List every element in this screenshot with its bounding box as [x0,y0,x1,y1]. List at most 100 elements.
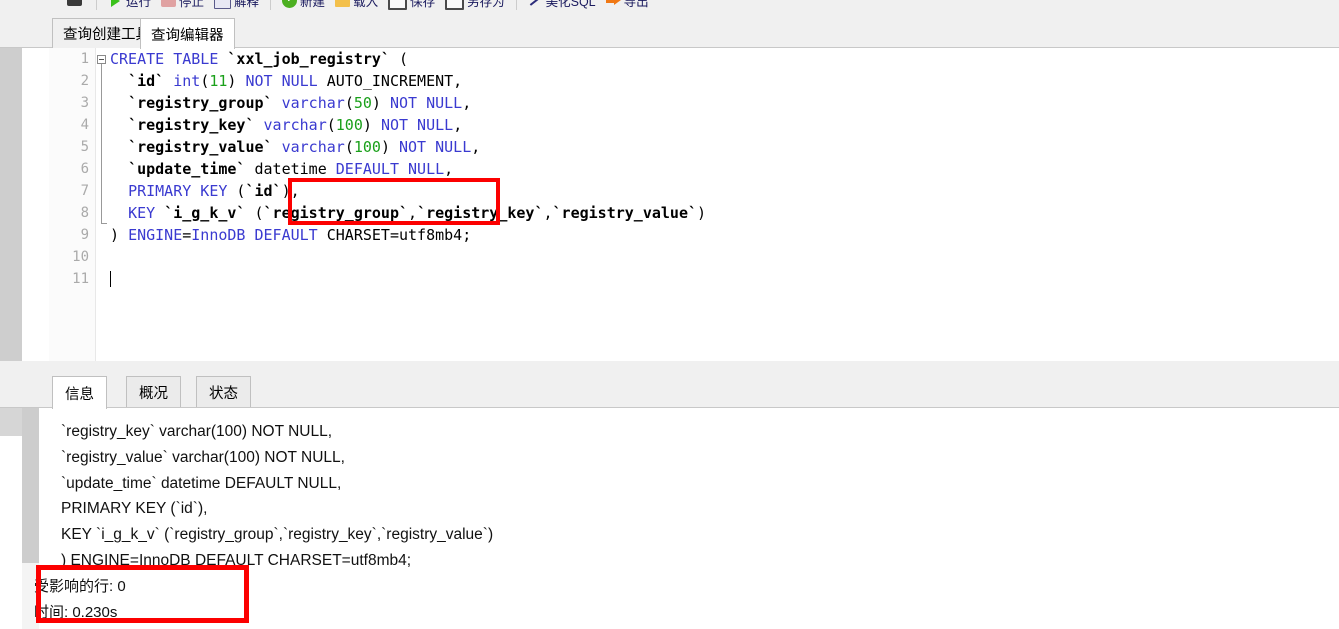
toolbar-label-beautify: 美化SQL [545,0,596,9]
toolbar-label-load: 载入 [353,0,379,9]
save-icon [388,0,408,10]
code-token: DEFAULT [254,226,318,244]
fold-bracket-line [101,64,102,224]
save-as-icon [445,0,465,10]
new-icon [282,0,298,8]
code-token: varchar [281,94,345,112]
toolbar-separator [515,0,517,10]
sql-code-text[interactable]: CREATE TABLE `xxl_job_registry` ( `id` i… [110,48,706,290]
toolbar-item-save[interactable]: 保存 [383,0,440,13]
code-token: ) [362,116,381,134]
code-token: `registry_key` [128,116,255,134]
code-token: ) [371,94,390,112]
execution-time-text: 时间: 0.230s [34,603,118,621]
toolbar-item-new[interactable]: 新建 [277,0,330,13]
toolbar-label-stop: 停止 [179,0,205,9]
code-token: KEY [128,204,156,222]
code-token: ( [227,182,246,200]
code-token: ( [245,204,264,222]
toolbar-item-explain[interactable]: 解释 [209,0,264,13]
fold-collapse-icon[interactable] [97,55,106,64]
code-token: NOT NULL [380,116,454,134]
code-token: CREATE TABLE [110,50,228,68]
tab-query-editor[interactable]: 查询编辑器 [140,18,235,49]
toolbar-label-save: 保存 [410,0,436,9]
line-number: 11 [72,271,89,287]
toolbar-separator [270,0,272,10]
toolbar-label-export: 导出 [623,0,649,9]
code-token: varchar [281,138,345,156]
editor-left-margin [22,48,49,361]
code-token: `update_time` [128,160,246,178]
database-icon [67,0,82,6]
line-number: 4 [80,117,89,133]
beautify-wand-icon [528,0,543,8]
toolbar-label-new: 新建 [300,0,326,9]
toolbar-item-save-as[interactable]: 另存为 [440,0,510,13]
tab-result-profile-label: 概况 [139,386,168,402]
tab-result-info[interactable]: 信息 [52,376,107,409]
code-token: `i_g_k_v` [164,204,246,222]
code-token: 50 [353,94,372,112]
code-line: CREATE TABLE `xxl_job_registry` ( [110,48,706,70]
code-token: DEFAULT NULL [335,160,445,178]
code-token: int [173,72,201,90]
explain-icon [214,0,232,9]
code-line: `registry_value` varchar(100) NOT NULL, [110,136,706,158]
code-token: , [462,94,472,112]
result-scrollbar-thumb[interactable] [22,408,39,563]
code-token: ) [227,72,246,90]
toolbar-item-stop[interactable]: 停止 [156,0,209,13]
code-token: ) [697,204,707,222]
toolbar-item-beautify-sql[interactable]: 美化SQL [523,0,601,13]
toolbar-item-database[interactable] [62,0,90,13]
result-line: `registry_value` varchar(100) NOT NULL, [61,448,345,466]
code-token: , [453,116,463,134]
code-token: 100 [353,138,381,156]
line-number: 3 [80,95,89,111]
result-line: `update_time` datetime DEFAULT NULL, [61,474,342,492]
toolbar-item-export[interactable]: 导出 [601,0,654,13]
line-number: 9 [80,227,89,243]
toolbar-label-run: 运行 [126,0,152,9]
editor-fold-column[interactable] [96,48,110,361]
tab-result-profile[interactable]: 概况 [126,376,181,408]
code-token: PRIMARY KEY [128,182,228,200]
code-token: NOT NULL [399,138,472,156]
code-token: `registry_group` [128,94,273,112]
toolbar-item-load[interactable]: 载入 [330,0,383,13]
code-token: `registry_value` [128,138,273,156]
line-number: 7 [80,183,89,199]
code-token: ( [200,72,210,90]
result-output-body: `registry_key` varchar(100) NOT NULL, `re… [0,408,1339,629]
stop-icon [161,0,177,7]
editor-tab-bar: 查询创建工具 查询编辑器 [0,13,1339,49]
code-token: varchar [263,116,327,134]
line-number: 5 [80,139,89,155]
text-cursor [110,271,111,287]
sql-editor[interactable]: 1 2 3 4 5 6 7 8 9 10 11 CREATE TABLE `xxl_job_regi… [0,48,1339,361]
code-line: `registry_group` varchar(50) NOT NULL, [110,92,706,114]
tab-query-builder-label: 查询创建工具 [63,27,150,43]
toolbar-label-explain: 解释 [234,0,260,9]
toolbar-item-run[interactable]: 运行 [103,0,156,13]
code-line: `id` int(11) NOT NULL AUTO_INCREMENT, [110,70,706,92]
code-token: ( [344,138,354,156]
result-panel: 信息 概况 状态 `registry_key` varchar(100) NOT… [0,361,1339,629]
code-token: datetime [245,160,336,178]
line-number: 8 [80,205,89,221]
code-line: `registry_key` varchar(100) NOT NULL, [110,114,706,136]
result-output-text: `registry_key` varchar(100) NOT NULL, `re… [34,419,493,626]
code-token: 100 [335,116,363,134]
tab-result-status[interactable]: 状态 [196,376,251,408]
code-token: 11 [209,72,228,90]
result-tab-bar: 信息 概况 状态 [0,361,1339,409]
load-folder-icon [335,0,351,7]
result-line: PRIMARY KEY (`id`), [61,500,208,518]
